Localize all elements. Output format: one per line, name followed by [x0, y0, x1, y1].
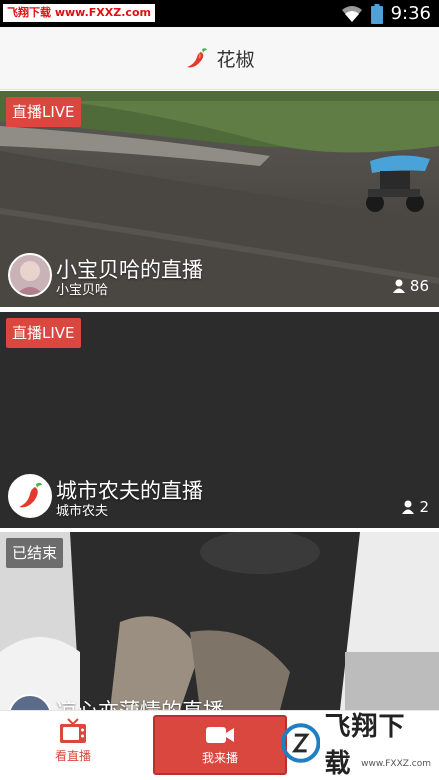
- avatar[interactable]: [8, 253, 52, 297]
- avatar-image: [10, 255, 50, 295]
- nav-broadcast-button[interactable]: 我来播: [153, 715, 287, 775]
- nav-watch-live[interactable]: 看直播: [40, 717, 106, 773]
- watermark-label: 飞翔下载 www.FXXZ.com: [3, 4, 155, 22]
- bottom-nav: 看直播 我来播 飞翔下载 www.FXXZ.com: [0, 710, 439, 779]
- live-card[interactable]: 直播LIVE 城市农夫的直播 城市农夫 2: [0, 312, 439, 528]
- status-bar: 飞翔下载 www.FXXZ.com 9:36: [0, 0, 439, 27]
- viewer-count-value: 86: [409, 277, 429, 295]
- tv-icon: [60, 718, 86, 743]
- battery-icon: [370, 3, 383, 24]
- status-icons: 9:36: [341, 0, 431, 27]
- watermark-logo-url: www.FXXZ.com: [361, 759, 431, 769]
- watermark-logo: 飞翔下载 www.FXXZ.com: [281, 712, 431, 779]
- fxxz-logo-icon: [281, 723, 321, 763]
- live-badge: 直播LIVE: [6, 318, 81, 348]
- live-card[interactable]: 已结束 凉心亦薄情的直播: [0, 532, 439, 710]
- viewer-count: 2: [402, 498, 429, 516]
- chili-pepper-icon: [187, 48, 208, 68]
- app-title: 花椒: [216, 48, 255, 71]
- stream-author: 城市农夫: [56, 504, 109, 519]
- ended-badge: 已结束: [6, 538, 64, 568]
- viewer-count: 86: [392, 277, 429, 295]
- stream-thumbnail: [0, 532, 439, 710]
- wifi-icon: [341, 5, 362, 22]
- stream-title: 凉心亦薄情的直播: [56, 695, 224, 710]
- status-time: 9:36: [390, 3, 431, 24]
- nav-watch-label: 看直播: [54, 749, 91, 763]
- live-card[interactable]: 直播LIVE 小宝贝哈的直播 小宝贝哈 86: [0, 91, 439, 307]
- stream-author: 小宝贝哈: [56, 283, 109, 298]
- nav-broadcast-label: 我来播: [201, 751, 238, 765]
- person-icon: [392, 279, 405, 293]
- person-icon: [402, 500, 415, 514]
- chili-pepper-icon: [10, 476, 50, 516]
- app-header: 花椒: [0, 27, 439, 90]
- video-camera-icon: [206, 727, 234, 743]
- live-badge: 直播LIVE: [6, 97, 81, 127]
- avatar[interactable]: [8, 474, 52, 518]
- viewer-count-value: 2: [419, 498, 429, 516]
